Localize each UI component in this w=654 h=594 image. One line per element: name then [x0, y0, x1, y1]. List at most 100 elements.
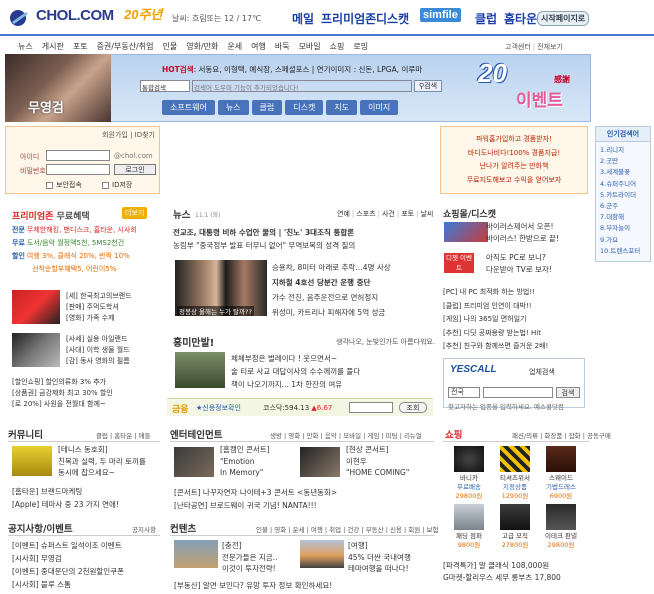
list-item[interactable]: 테마여행을 떠나다! — [348, 563, 411, 575]
stock-search-button[interactable]: 조회 — [399, 402, 427, 413]
notice-title[interactable]: 공지사항/이벤트 — [8, 521, 73, 535]
premium-row[interactable]: 할인 여행 3%, 클래식 20%, 반짝 10% — [12, 250, 137, 263]
list-item[interactable]: "Emotion — [220, 456, 270, 468]
rank-item[interactable]: 5.카트라이더 — [600, 190, 640, 201]
search-input[interactable]: 검색어 도우미 기능이 추가되었습니다! — [192, 80, 412, 92]
headline[interactable]: 위성미, 카트리나 피해자에 5억 성금 — [272, 305, 391, 320]
headline[interactable]: 전교조, 대통령 비하 수업안 물의 | '친노' 3대조직 통합론 — [173, 226, 443, 239]
list-item[interactable]: [사대] 이학 생물 월드 — [66, 345, 130, 356]
humor-image[interactable] — [175, 352, 225, 388]
tab-incidents[interactable]: 사건 — [382, 209, 395, 219]
community-title[interactable]: 커뮤니티 — [8, 427, 43, 441]
list-item[interactable]: 이것이 투자전략! — [222, 563, 277, 575]
list-item[interactable]: 바이러스제어서 오픈! — [486, 221, 559, 233]
premium-title[interactable]: 프리미엄존 무료혜택 — [12, 209, 90, 222]
list-item[interactable]: 아직도 PC로 보니? — [486, 252, 552, 264]
list-item[interactable]: [감] 동사 영화의 필름 — [66, 356, 130, 367]
antivirus-image[interactable] — [444, 222, 488, 242]
search-type-select[interactable]: 통합검색 — [140, 80, 190, 92]
login-button[interactable]: 로그인 — [114, 164, 156, 175]
list-item[interactable]: [세] 한국최고의브랜드 — [66, 291, 132, 302]
list-item[interactable]: [시사회] 무영검 — [12, 552, 124, 565]
rank-item[interactable]: 10.트렌스포터 — [600, 246, 640, 257]
list-item[interactable]: [게임] 나의 365일 면허일기 — [443, 313, 548, 327]
banner-nav-discat[interactable]: 디스캣 — [285, 100, 324, 115]
list-item[interactable]: [난타공연] 브로드웨이 귀국 기념! NANTA!!! — [174, 499, 337, 512]
humor-right-text[interactable]: 생각나오, 눈빛인가도 아름다워요. — [336, 337, 435, 347]
region-select[interactable]: 전국 — [448, 387, 480, 398]
list-item[interactable]: [이벤트] 중대문단의 2천원할인쿠폰 — [12, 565, 124, 578]
list-item[interactable]: [클럽] 프리미엄 인연이 대박!! — [443, 300, 548, 314]
rank-item[interactable]: 3.세계불꽃 — [600, 167, 640, 178]
list-item[interactable]: [테니스 동호회] — [58, 444, 146, 456]
list-item[interactable]: [사세] 실용 아일랜드 — [66, 334, 130, 345]
business-search-button[interactable]: 검색 — [556, 387, 580, 398]
headline[interactable]: 승용차, 8미터 아래로 추락…4명 사상 — [272, 260, 391, 275]
nav-simfile[interactable]: simfile — [420, 8, 461, 22]
list-item[interactable]: G마켓-할리우스 세무 롱부츠 17,800 — [443, 572, 561, 584]
view-all-link[interactable]: 전체보기 — [537, 42, 563, 52]
list-item[interactable]: [영화] 가족 수제 — [66, 313, 132, 324]
menu-item-baduk[interactable]: 바둑 — [275, 41, 290, 52]
tab-sports[interactable]: 스포츠 — [356, 209, 375, 219]
menu-item-roaming[interactable]: 로밍 — [353, 41, 368, 52]
yescall-logo[interactable]: YESCALL — [450, 364, 497, 375]
list-item[interactable]: [여행] — [348, 540, 411, 552]
banner-nav-club[interactable]: 클럽 — [251, 100, 283, 115]
list-item[interactable]: [콘서트] 나꾸자연자 나이테+3 콘서트 <동년동화> — [174, 486, 337, 499]
login-id-input[interactable] — [46, 150, 110, 161]
list-item[interactable]: [추천] 디딧 공짜용량 받는법! Hit — [443, 327, 548, 341]
menu-item-board[interactable]: 게시판 — [42, 41, 64, 52]
product-card[interactable]: 바니카 무료배송 29800원 — [446, 446, 492, 501]
premium-row[interactable]: 전문 무제한해킹, 팬디스크, 홈타운, 시사회 — [12, 224, 137, 237]
shopping-links[interactable]: 패션/의류 | 화장품 | 잡화 | 공동구매 — [512, 430, 611, 440]
menu-item-mobile[interactable]: 모바일 — [299, 41, 321, 52]
contents-footer-link[interactable]: [부동산] 알면 보인다? 유망 투자 정보 확인하세요! — [174, 580, 332, 591]
stock-search-input[interactable] — [349, 402, 393, 413]
list-item[interactable]: [추천] 친구와 함께쓰면 즐거운 2배! — [443, 340, 548, 354]
humor-title[interactable]: 흥미만발! — [173, 334, 214, 349]
save-id-checkbox[interactable]: ID저장 — [102, 180, 132, 190]
list-item[interactable]: [홈타운] 브랜드마케팅 — [12, 485, 119, 498]
contents-title[interactable]: 컨텐츠 — [170, 521, 196, 535]
tab-photo[interactable]: 포토 — [401, 209, 414, 219]
startpage-button[interactable]: 시작페이지로 — [537, 11, 590, 26]
nav-mail[interactable]: 메일 — [292, 10, 314, 27]
rank-item[interactable]: 7.대항해 — [600, 212, 640, 223]
headline[interactable]: 농림부 "중국정부 발표 터무니 없어" 무역보복의 성격 질의 — [173, 239, 443, 252]
list-item[interactable]: [충전] — [222, 540, 277, 552]
list-item[interactable]: "HOME COMING" — [346, 467, 409, 479]
nav-premium[interactable]: 프리미엄존 — [321, 10, 376, 27]
menu-item-people[interactable]: 인물 — [162, 41, 177, 52]
list-item[interactable]: 체체부정은 벌레이다 ! 웃으면서~ — [231, 352, 360, 365]
concert-image[interactable] — [174, 447, 214, 477]
headline[interactable]: 지하철 4호선 당분간 운행 중단 — [272, 275, 391, 290]
menu-item-finance[interactable]: 증권/부동산/취업 — [97, 41, 154, 52]
banner-nav-news[interactable]: 뉴스 — [217, 100, 249, 115]
tab-entertainment[interactable]: 연예 — [337, 209, 350, 219]
list-item[interactable]: In Memory" — [220, 467, 270, 479]
travel-image[interactable] — [300, 540, 344, 568]
hot-search-keywords[interactable]: : 서동요, 이형택, 예식장, 스페셜포스 | 연기이미지 : 신돈, LPG… — [194, 65, 423, 74]
list-item[interactable]: 다운받아 TV로 보자! — [486, 264, 552, 276]
menu-item-news[interactable]: 뉴스 — [18, 41, 33, 52]
customer-center-link[interactable]: 고객센터 — [505, 42, 531, 52]
list-item[interactable]: [할인쇼핑] 할인의류화 3% 추가 — [12, 377, 113, 388]
people-promo-image[interactable] — [12, 333, 60, 367]
menu-item-photo[interactable]: 포토 — [73, 41, 88, 52]
list-item[interactable]: 이현우 — [346, 456, 409, 468]
credit-info-link[interactable]: ★신용정보확인 — [196, 403, 241, 413]
anniversary-event-banner[interactable]: 20 感謝 이벤트 — [476, 58, 590, 120]
product-card[interactable]: 티셔츠위서 지정상품 12900원 — [492, 446, 538, 501]
list-item[interactable]: 술 티로 사교 대답이사의 수수께끼를 풀다 — [231, 365, 360, 378]
secure-login-checkbox[interactable]: 보안접속 — [46, 180, 82, 190]
tennis-image[interactable] — [12, 446, 52, 476]
business-search-input[interactable] — [483, 387, 553, 398]
digit-event-badge[interactable]: 디젯 이벤트 — [444, 253, 474, 273]
news-photo-caption[interactable]: 정봉상 올해는 누가 탈까?? — [177, 306, 254, 316]
list-item[interactable]: [상품권] 금강제화 최고 30% 할인 — [12, 388, 113, 399]
nav-hometown[interactable]: 홈타운 — [504, 10, 537, 27]
chol-logo[interactable]: CHOL.COM — [8, 6, 118, 28]
product-card[interactable]: 스웨이드 기법드레스 6900원 — [538, 446, 584, 501]
list-item[interactable]: [파격특가] 말 클래식 108,000원 — [443, 560, 561, 572]
